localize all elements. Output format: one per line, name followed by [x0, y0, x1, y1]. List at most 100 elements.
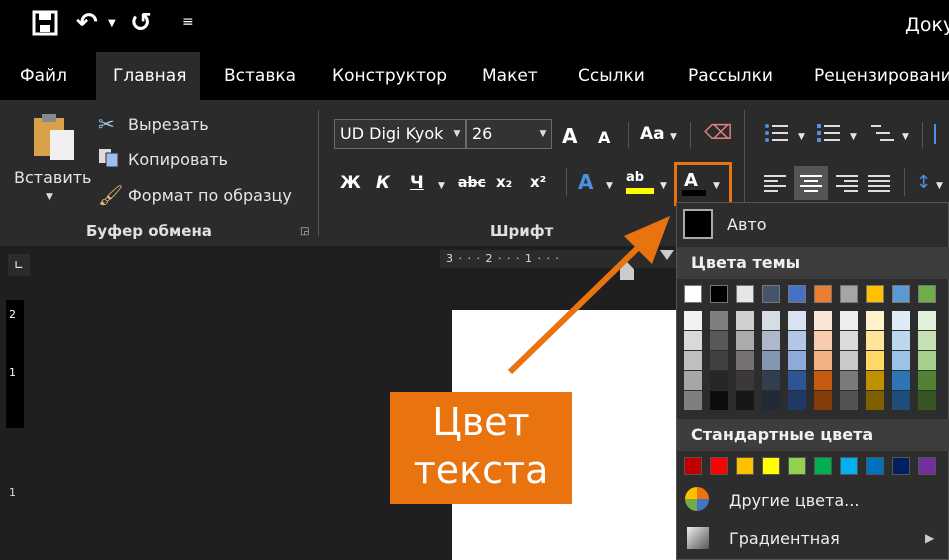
copy-icon[interactable] — [98, 148, 120, 172]
theme-shade-swatch[interactable] — [788, 311, 806, 330]
line-spacing-dropdown-icon[interactable]: ▼ — [936, 181, 943, 191]
theme-shade-swatch[interactable] — [736, 391, 754, 410]
theme-shade-swatch[interactable] — [762, 391, 780, 410]
theme-shade-swatch[interactable] — [918, 371, 936, 390]
theme-color-swatch[interactable] — [710, 285, 728, 303]
format-painter-icon[interactable]: 🖌 — [98, 183, 123, 207]
standard-color-swatch[interactable] — [788, 457, 806, 475]
theme-color-swatch[interactable] — [840, 285, 858, 303]
theme-shade-swatch[interactable] — [762, 331, 780, 350]
theme-shade-swatch[interactable] — [918, 311, 936, 330]
theme-shade-swatch[interactable] — [710, 371, 728, 390]
tab-home[interactable]: Главная — [96, 52, 200, 100]
standard-color-swatch[interactable] — [918, 457, 936, 475]
font-name-dropdown-icon[interactable]: ▼ — [449, 120, 465, 148]
theme-shade-swatch[interactable] — [710, 311, 728, 330]
tab-mailings[interactable]: Рассылки — [684, 52, 777, 100]
line-spacing-icon[interactable]: ↕ — [916, 172, 931, 193]
align-left-icon[interactable] — [764, 174, 788, 196]
decrease-indent-icon[interactable] — [934, 124, 948, 144]
superscript-button[interactable]: x² — [530, 173, 546, 191]
theme-shade-swatch[interactable] — [788, 391, 806, 410]
theme-shade-swatch[interactable] — [892, 371, 910, 390]
theme-shade-swatch[interactable] — [814, 331, 832, 350]
theme-color-swatch[interactable] — [736, 285, 754, 303]
tab-design[interactable]: Конструктор — [328, 52, 451, 100]
theme-shade-swatch[interactable] — [684, 311, 702, 330]
highlight-dropdown-icon[interactable]: ▼ — [660, 181, 667, 191]
tab-layout[interactable]: Макет — [478, 52, 542, 100]
copy-button[interactable]: Копировать — [128, 150, 228, 169]
theme-shade-swatch[interactable] — [710, 331, 728, 350]
numbering-icon[interactable] — [816, 122, 842, 148]
change-case-dropdown-icon[interactable]: ▼ — [670, 132, 677, 142]
theme-color-swatch[interactable] — [684, 285, 702, 303]
strikethrough-button[interactable]: abc — [458, 175, 486, 191]
standard-color-swatch[interactable] — [866, 457, 884, 475]
align-center-button[interactable] — [794, 166, 828, 200]
theme-shade-swatch[interactable] — [684, 371, 702, 390]
paste-icon[interactable] — [32, 112, 78, 166]
multilevel-dropdown-icon[interactable]: ▼ — [902, 132, 909, 142]
theme-color-swatch[interactable] — [762, 285, 780, 303]
underline-button[interactable]: Ч — [410, 173, 424, 193]
theme-shade-swatch[interactable] — [866, 351, 884, 370]
standard-color-swatch[interactable] — [762, 457, 780, 475]
auto-color-swatch[interactable] — [683, 209, 713, 239]
theme-shade-swatch[interactable] — [814, 311, 832, 330]
bold-button[interactable]: Ж — [340, 173, 361, 193]
tab-review[interactable]: Рецензирование — [810, 52, 949, 100]
theme-color-swatch[interactable] — [918, 285, 936, 303]
undo-dropdown-icon[interactable]: ▼ — [108, 18, 116, 29]
clear-formatting-icon[interactable]: ⌫ — [704, 120, 732, 144]
tab-references[interactable]: Ссылки — [574, 52, 649, 100]
paste-button[interactable]: Вставить — [14, 168, 91, 187]
gradient-option[interactable]: Градиентная — [729, 529, 840, 548]
cut-button[interactable]: Вырезать — [128, 115, 209, 134]
standard-color-swatch[interactable] — [710, 457, 728, 475]
text-effects-button[interactable]: A — [578, 170, 593, 194]
theme-shade-swatch[interactable] — [840, 351, 858, 370]
align-right-icon[interactable] — [834, 174, 858, 196]
theme-shade-swatch[interactable] — [892, 331, 910, 350]
theme-color-swatch[interactable] — [814, 285, 832, 303]
theme-shade-swatch[interactable] — [710, 351, 728, 370]
tab-file[interactable]: Файл — [16, 52, 71, 100]
more-colors-option[interactable]: Другие цвета... — [729, 491, 859, 510]
font-size-combo[interactable]: 26 ▼ — [466, 119, 552, 149]
multilevel-list-icon[interactable] — [870, 122, 896, 148]
theme-shade-swatch[interactable] — [840, 371, 858, 390]
standard-color-swatch[interactable] — [814, 457, 832, 475]
theme-color-swatch[interactable] — [892, 285, 910, 303]
theme-shade-swatch[interactable] — [892, 351, 910, 370]
theme-shade-swatch[interactable] — [684, 331, 702, 350]
theme-shade-swatch[interactable] — [788, 351, 806, 370]
underline-dropdown-icon[interactable]: ▼ — [438, 181, 445, 191]
font-size-dropdown-icon[interactable]: ▼ — [535, 120, 551, 148]
theme-shade-swatch[interactable] — [736, 331, 754, 350]
theme-shade-swatch[interactable] — [866, 331, 884, 350]
theme-color-swatch[interactable] — [866, 285, 884, 303]
theme-shade-swatch[interactable] — [762, 371, 780, 390]
theme-shade-swatch[interactable] — [918, 351, 936, 370]
theme-shade-swatch[interactable] — [866, 311, 884, 330]
font-name-combo[interactable]: UD Digi Kyok ▼ — [334, 119, 466, 149]
theme-shade-swatch[interactable] — [918, 391, 936, 410]
theme-shade-swatch[interactable] — [814, 351, 832, 370]
bullets-dropdown-icon[interactable]: ▼ — [798, 132, 805, 142]
theme-shade-swatch[interactable] — [814, 391, 832, 410]
format-painter-button[interactable]: Формат по образцу — [128, 186, 292, 205]
theme-shade-swatch[interactable] — [892, 391, 910, 410]
numbering-dropdown-icon[interactable]: ▼ — [850, 132, 857, 142]
standard-color-swatch[interactable] — [736, 457, 754, 475]
theme-shade-swatch[interactable] — [684, 391, 702, 410]
theme-shade-swatch[interactable] — [788, 371, 806, 390]
bullets-icon[interactable] — [764, 122, 790, 148]
theme-shade-swatch[interactable] — [814, 371, 832, 390]
highlight-button[interactable]: ab — [626, 170, 644, 185]
standard-color-swatch[interactable] — [892, 457, 910, 475]
auto-color-option[interactable]: Авто — [727, 215, 766, 234]
save-icon[interactable] — [32, 10, 58, 43]
clipboard-launcher-icon[interactable]: ◲ — [300, 226, 309, 237]
cut-icon[interactable]: ✂ — [98, 112, 115, 136]
